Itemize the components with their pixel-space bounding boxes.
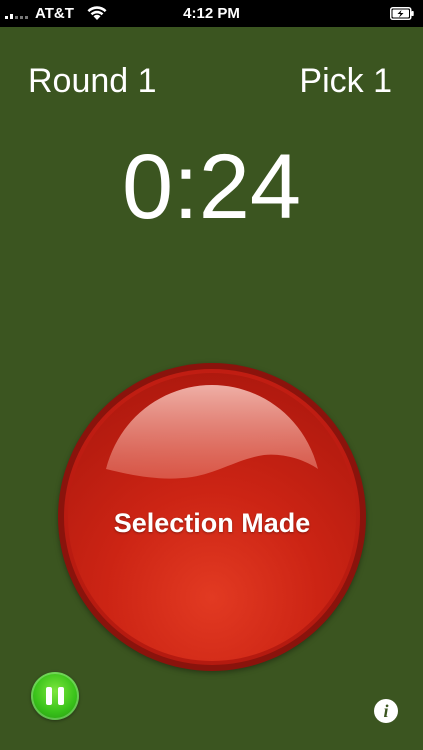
button-face: Selection Made — [68, 373, 356, 661]
status-time: 4:12 PM — [183, 5, 240, 22]
countdown-timer: 0:24 — [121, 136, 302, 238]
status-bar: AT&T 4:12 PM — [0, 0, 423, 27]
pick-label: Pick 1 — [299, 62, 392, 100]
draft-timer-screen: AT&T 4:12 PM Round 1 Pick 1 0:24 Selecti… — [0, 0, 423, 750]
pause-icon — [46, 687, 52, 705]
timer-panel: Round 1 Pick 1 0:24 Selection Made i — [0, 27, 423, 750]
selection-made-label: Selection Made — [113, 508, 311, 538]
round-label: Round 1 — [28, 62, 157, 100]
info-icon[interactable]: i — [374, 699, 398, 723]
battery-charging-icon — [390, 7, 414, 20]
pause-icon-bar — [58, 687, 64, 705]
pause-button[interactable] — [31, 672, 79, 720]
selection-made-button[interactable]: Selection Made — [58, 363, 366, 671]
